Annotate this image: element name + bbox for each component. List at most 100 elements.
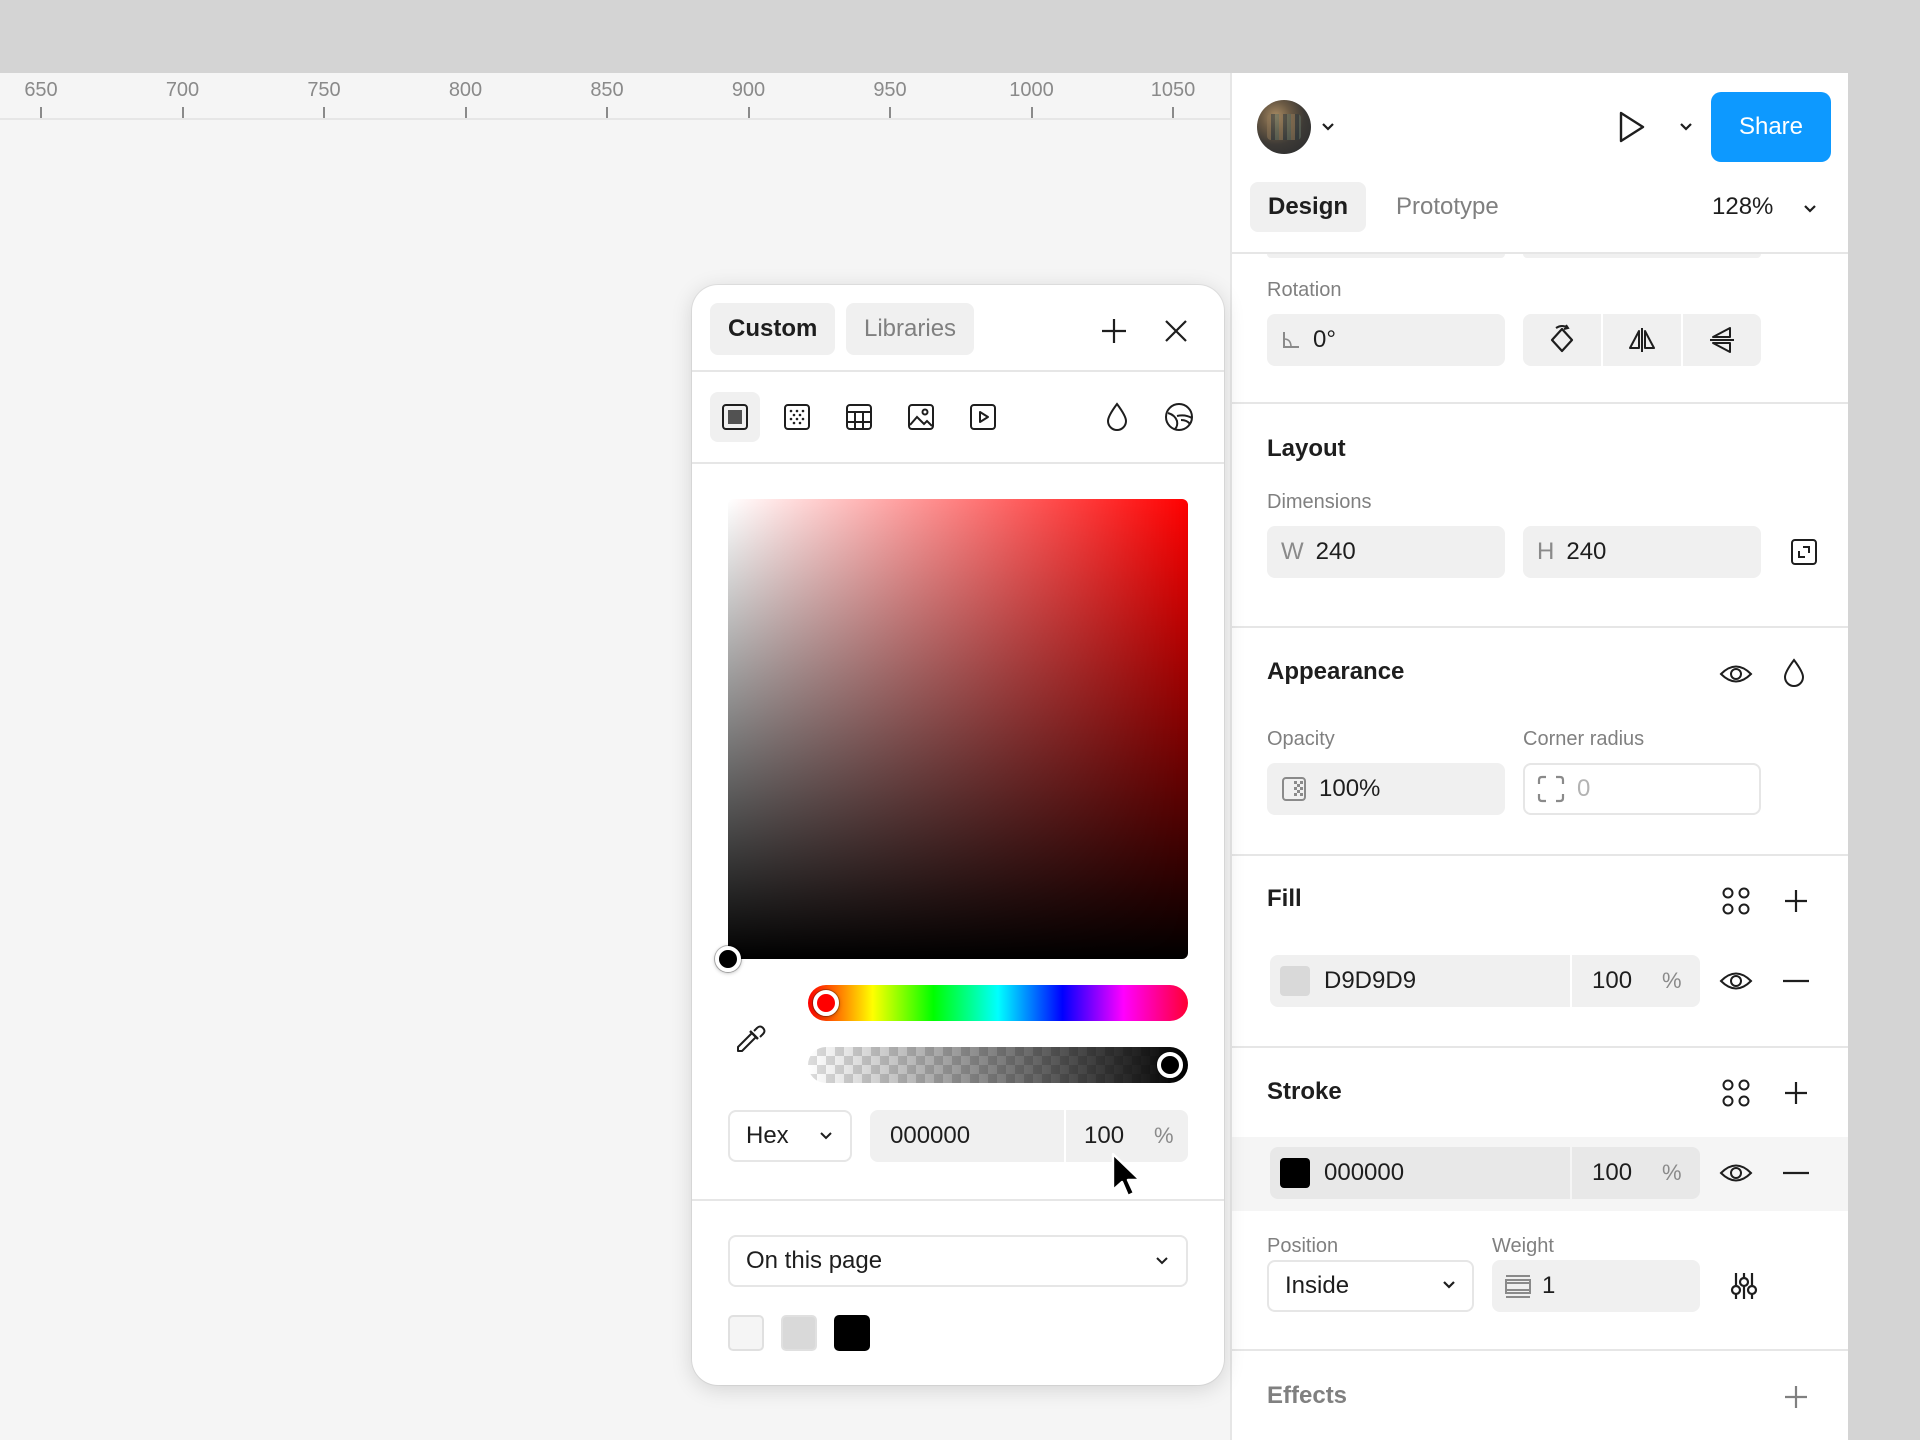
- blend-drop-icon[interactable]: [1092, 392, 1142, 442]
- visibility-eye-icon[interactable]: [1716, 656, 1756, 692]
- stroke-row[interactable]: 000000 100 %: [1270, 1147, 1700, 1199]
- saturation-handle[interactable]: [715, 946, 741, 972]
- fill-color-swatch[interactable]: [1280, 966, 1310, 996]
- color-model-globe-icon[interactable]: [1154, 392, 1204, 442]
- corner-radius-field[interactable]: 0: [1523, 763, 1761, 815]
- stroke-styles-icon[interactable]: [1716, 1073, 1756, 1113]
- ruler-tick-label: 800: [448, 79, 483, 101]
- opacity-slider[interactable]: [808, 1047, 1188, 1083]
- fill-row[interactable]: D9D9D9 100 %: [1270, 955, 1700, 1007]
- grid-fill-icon[interactable]: [834, 392, 884, 442]
- color-format-select[interactable]: Hex: [728, 1110, 852, 1162]
- remove-fill-minus-icon[interactable]: [1776, 963, 1816, 999]
- advanced-stroke-settings-icon[interactable]: [1726, 1268, 1762, 1304]
- share-button[interactable]: Share: [1711, 92, 1831, 162]
- solid-fill-icon[interactable]: [710, 392, 760, 442]
- fill-title: Fill: [1267, 885, 1302, 912]
- tab-design[interactable]: Design: [1250, 182, 1367, 232]
- add-fill-plus-icon[interactable]: [1776, 881, 1816, 921]
- image-fill-icon[interactable]: [896, 392, 946, 442]
- height-prefix: H: [1537, 538, 1555, 565]
- dimensions-label: Dimensions: [1267, 491, 1372, 513]
- stroke-opacity-value[interactable]: 100: [1592, 1159, 1632, 1187]
- flip-horizontal-button[interactable]: [1603, 314, 1681, 366]
- corner-radius-label: Corner radius: [1523, 728, 1645, 750]
- ruler-tick-label: 750: [307, 79, 341, 101]
- ruler-tick-label: 900: [731, 79, 766, 101]
- document-color-swatch[interactable]: [728, 1315, 764, 1351]
- effects-title: Effects: [1267, 1382, 1348, 1409]
- opacity-handle[interactable]: [1157, 1052, 1183, 1078]
- scrolled-field-edge: [1267, 254, 1505, 258]
- stroke-opacity-pct: %: [1662, 1160, 1682, 1185]
- zoom-level[interactable]: 128%: [1712, 193, 1773, 221]
- present-play-icon[interactable]: [1612, 107, 1652, 147]
- angle-icon: [1281, 330, 1301, 350]
- pattern-fill-icon[interactable]: [772, 392, 822, 442]
- rotate-icon: [1550, 324, 1574, 353]
- remove-stroke-minus-icon[interactable]: [1776, 1155, 1816, 1191]
- ruler-tick-mark: [40, 107, 42, 118]
- hex-input[interactable]: 000000: [890, 1122, 970, 1150]
- scrolled-field-edge: [1523, 254, 1761, 258]
- picker-divider: [692, 370, 1224, 372]
- opacity-label: Opacity: [1267, 728, 1335, 750]
- stroke-visibility-eye-icon[interactable]: [1716, 1155, 1756, 1191]
- zoom-chevron-down-icon[interactable]: [1800, 199, 1820, 219]
- stroke-weight-field[interactable]: 1: [1492, 1260, 1700, 1312]
- picker-tab-libraries[interactable]: Libraries: [846, 303, 975, 355]
- ruler-tick-mark: [1030, 107, 1033, 118]
- blend-mode-drop-icon[interactable]: [1776, 653, 1812, 693]
- add-swatch-plus-icon[interactable]: [1096, 313, 1132, 349]
- swatch-scope-select[interactable]: On this page: [728, 1235, 1188, 1287]
- rotation-label: Rotation: [1267, 279, 1342, 301]
- tab-prototype[interactable]: Prototype: [1378, 182, 1517, 232]
- opacity-icon: [1281, 776, 1307, 802]
- hue-slider[interactable]: [808, 985, 1188, 1021]
- stroke-color-swatch[interactable]: [1280, 1158, 1310, 1188]
- opacity-field[interactable]: 100%: [1267, 763, 1505, 815]
- height-value: 240: [1566, 538, 1607, 565]
- user-avatar[interactable]: [1257, 100, 1311, 154]
- rotation-field[interactable]: 0°: [1267, 314, 1505, 366]
- picker-divider: [692, 1199, 1224, 1201]
- fill-styles-icon[interactable]: [1716, 881, 1756, 921]
- picker-opacity-input[interactable]: 100: [1084, 1122, 1124, 1150]
- document-color-swatch[interactable]: [834, 1315, 870, 1351]
- avatar-chevron-down-icon[interactable]: [1318, 117, 1338, 137]
- video-fill-icon[interactable]: [958, 392, 1008, 442]
- add-stroke-plus-icon[interactable]: [1776, 1073, 1816, 1113]
- hue-handle[interactable]: [813, 990, 839, 1016]
- stroke-position-chevron-down-icon: [1442, 1280, 1456, 1290]
- fill-opacity-pct: %: [1662, 968, 1682, 993]
- close-icon[interactable]: [1158, 313, 1194, 349]
- format-chevron-down-icon: [820, 1131, 832, 1140]
- color-format-value: Hex: [746, 1122, 789, 1149]
- fill-hex-value[interactable]: D9D9D9: [1324, 967, 1416, 995]
- ruler-tick-label: 850: [590, 79, 624, 101]
- saturation-brightness-area[interactable]: [728, 499, 1188, 959]
- ruler-tick-mark: [606, 107, 608, 118]
- ruler-tick-mark: [1172, 107, 1174, 118]
- fill-opacity-value[interactable]: 100: [1592, 967, 1632, 995]
- stroke-hex-value[interactable]: 000000: [1324, 1159, 1404, 1187]
- rotate-90-button[interactable]: [1523, 314, 1601, 366]
- present-chevron-down-icon[interactable]: [1676, 117, 1696, 137]
- section-divider: [1232, 626, 1848, 628]
- fill-visibility-eye-icon[interactable]: [1716, 963, 1756, 999]
- resize-to-fit-icon[interactable]: [1788, 536, 1820, 568]
- picker-tab-custom[interactable]: Custom: [710, 303, 836, 355]
- document-color-swatch[interactable]: [781, 1315, 817, 1351]
- stroke-title: Stroke: [1267, 1078, 1342, 1105]
- width-field[interactable]: W 240: [1267, 526, 1505, 578]
- eyedropper-icon[interactable]: [728, 1017, 772, 1061]
- horizontal-ruler: 650 700 750 800 850 900 950 1000 1050: [0, 73, 1230, 120]
- flip-vertical-button[interactable]: [1683, 314, 1761, 366]
- section-divider: [1232, 1046, 1848, 1048]
- ruler-tick-label: 950: [873, 79, 907, 101]
- add-effect-plus-icon[interactable]: [1776, 1377, 1816, 1417]
- ruler-tick-mark: [181, 107, 184, 118]
- picker-divider: [692, 462, 1224, 464]
- height-field[interactable]: H 240: [1523, 526, 1761, 578]
- stroke-position-select[interactable]: Inside: [1267, 1260, 1474, 1312]
